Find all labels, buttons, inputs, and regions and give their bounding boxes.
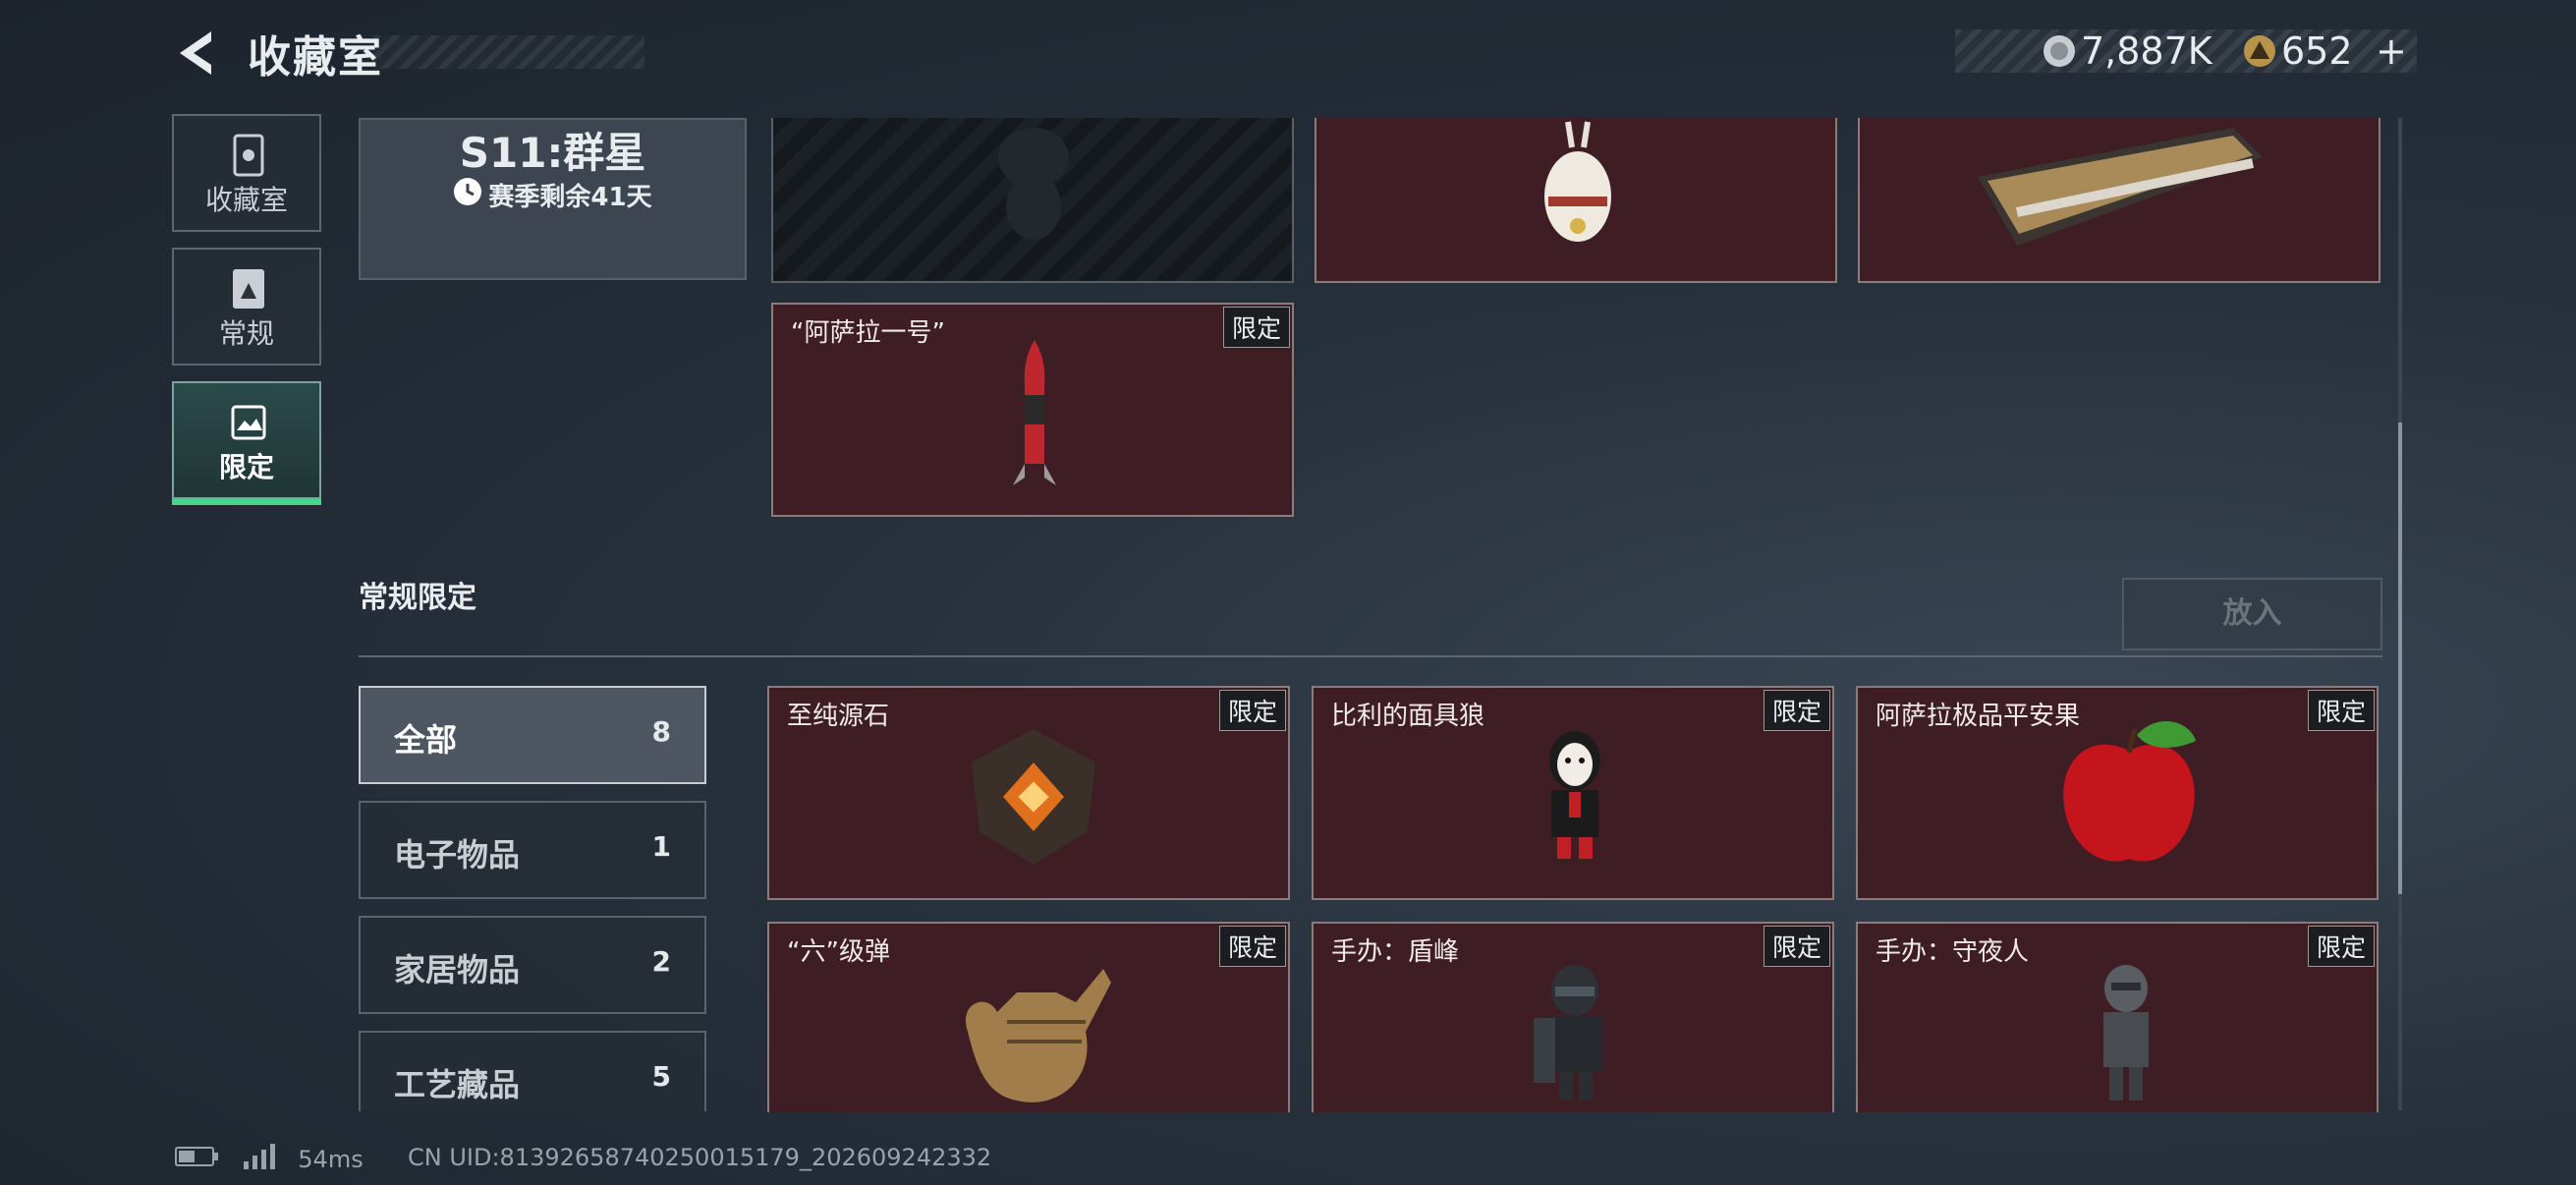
- item-name: “六”级弹: [787, 937, 890, 967]
- silver-coin-icon: [2042, 33, 2077, 73]
- limited-tag: 限定: [1222, 307, 1290, 348]
- red-apple-icon: [2063, 720, 2196, 862]
- item-card[interactable]: 至纯源石 限定: [767, 686, 1290, 900]
- season-remaining: 赛季剩余41天: [488, 183, 652, 212]
- season-item-card[interactable]: [1858, 118, 2380, 283]
- category-all[interactable]: 全部 8: [359, 686, 706, 784]
- silver-coin-value: 7,887K: [2081, 29, 2212, 73]
- category-label: 工艺藏品: [394, 1066, 521, 1103]
- item-name: “阿萨拉一号”: [791, 318, 945, 348]
- item-name: 手办：盾峰: [1331, 937, 1460, 967]
- season-item-card[interactable]: [771, 118, 1294, 283]
- currency-bar: 7,887K 652 +: [1955, 29, 2417, 73]
- item-name: 手办：守夜人: [1876, 937, 2030, 967]
- harmonica-icon: [1978, 128, 2263, 246]
- title-decoration: [373, 35, 644, 69]
- season-title: S11:群星: [459, 129, 646, 177]
- item-name: 至纯源石: [787, 702, 890, 731]
- clock-icon: [453, 177, 482, 213]
- sidebar-item-regular[interactable]: 常规: [172, 248, 321, 366]
- limited-tag: 限定: [1218, 690, 1286, 731]
- limited-tag: 限定: [2307, 690, 2375, 731]
- shield-soldier-figure-icon: [1534, 965, 1602, 1100]
- night-watch-figure-icon: [2103, 965, 2149, 1100]
- sidebar-item-label: 常规: [218, 317, 274, 350]
- item-card[interactable]: 比利的面具狼 限定: [1312, 686, 1834, 900]
- limited-tag: 限定: [2307, 926, 2375, 967]
- limited-tag: 限定: [1763, 690, 1830, 731]
- category-crafts[interactable]: 工艺藏品 5: [359, 1031, 706, 1111]
- category-label: 家居物品: [394, 951, 521, 988]
- season-remaining-row: 赛季剩余41天: [361, 177, 745, 213]
- season-card: S11:群星 赛季剩余41天: [359, 118, 747, 280]
- limited-image-icon: [231, 405, 266, 440]
- back-arrow-icon: [180, 31, 211, 75]
- scrollbar-thumb[interactable]: [2398, 423, 2402, 894]
- category-home[interactable]: 家居物品 2: [359, 916, 706, 1014]
- source-stone-icon: [972, 729, 1095, 865]
- signal-icon: [243, 1144, 279, 1175]
- item-name: 阿萨拉极品平安果: [1876, 702, 2081, 731]
- collection-room-icon: [233, 134, 264, 177]
- gold-triangle-coin-icon: [2242, 33, 2277, 73]
- battery-icon: [175, 1146, 220, 1173]
- item-card[interactable]: 阿萨拉极品平安果 限定: [1856, 686, 2379, 900]
- sidebar-item-label: 限定: [218, 451, 274, 483]
- item-card[interactable]: 手办：守夜人 限定: [1856, 922, 2379, 1112]
- back-button[interactable]: [172, 28, 223, 79]
- gold-coin-value: 652: [2281, 29, 2353, 73]
- status-bar: 54ms: [175, 1144, 364, 1175]
- section-title: 常规限定: [359, 581, 476, 615]
- page-title: 收藏室: [248, 32, 383, 83]
- category-count: 8: [651, 715, 671, 748]
- smoke-item-icon: [998, 128, 1069, 240]
- sidebar-item-collection-room[interactable]: 收藏室: [172, 114, 321, 232]
- put-in-button[interactable]: 放入: [2122, 578, 2382, 650]
- sidebar-item-label: 收藏室: [204, 184, 288, 216]
- golden-hand-gesture-icon: [965, 969, 1111, 1102]
- category-count: 2: [651, 945, 671, 978]
- category-electronics[interactable]: 电子物品 1: [359, 801, 706, 899]
- user-uid: CN UID:81392658740250015179_202609242332: [408, 1144, 992, 1171]
- add-currency-button[interactable]: +: [2376, 29, 2407, 73]
- regular-book-icon: [233, 269, 264, 309]
- category-count: 1: [651, 830, 671, 863]
- category-count: 5: [651, 1060, 671, 1093]
- limited-tag: 限定: [1218, 926, 1286, 967]
- item-card[interactable]: “六”级弹 限定: [767, 922, 1290, 1112]
- season-item-card[interactable]: [1315, 118, 1837, 283]
- rocket-icon: [1013, 340, 1056, 485]
- category-label: 全部: [394, 721, 458, 759]
- ping-value: 54ms: [298, 1146, 364, 1173]
- billy-puppet-icon: [1549, 731, 1600, 859]
- section-divider: [359, 655, 2382, 657]
- category-label: 电子物品: [394, 836, 521, 874]
- item-name: 比利的面具狼: [1331, 702, 1485, 731]
- rabbit-ornament-icon: [1544, 121, 1611, 242]
- sidebar-item-limited[interactable]: 限定: [172, 381, 321, 505]
- season-item-card[interactable]: “阿萨拉一号” 限定: [771, 303, 1294, 517]
- item-card[interactable]: 手办：盾峰 限定: [1312, 922, 1834, 1112]
- limited-tag: 限定: [1763, 926, 1830, 967]
